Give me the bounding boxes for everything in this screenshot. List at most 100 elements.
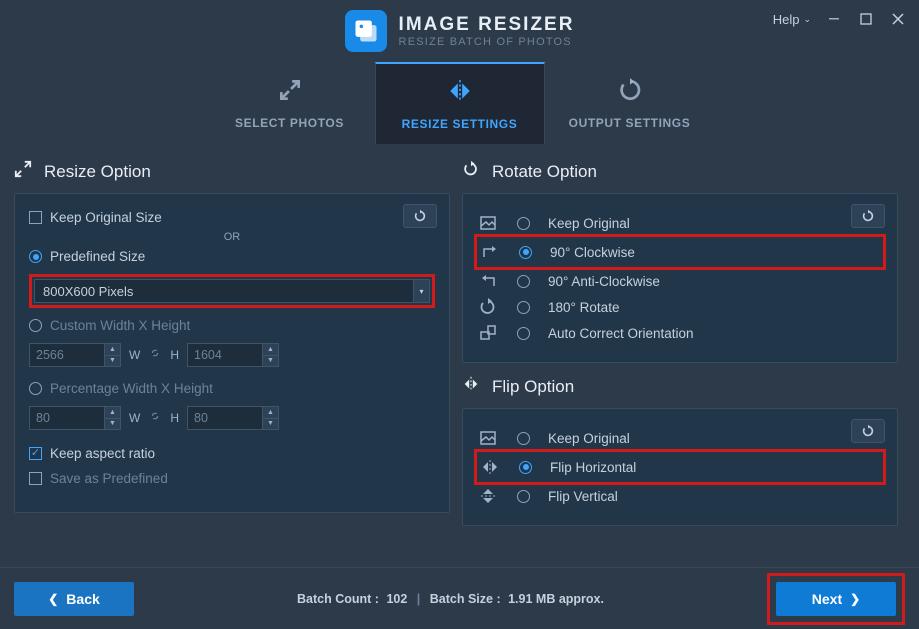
maximize-button[interactable] [857, 10, 875, 28]
label: Percentage Width X Height [50, 381, 213, 396]
panel-title: Flip Option [492, 377, 574, 397]
custom-size-radio[interactable]: Custom Width X Height [29, 318, 435, 333]
flip-icon [462, 375, 480, 398]
reset-rotate-button[interactable] [851, 204, 885, 228]
batch-size-label: Batch Size : [430, 592, 501, 606]
flip-panel: Keep Original Flip Horizontal Flip Verti… [462, 408, 898, 526]
batch-stats: Batch Count : 102 | Batch Size : 1.91 MB… [297, 592, 604, 606]
percent-height-input[interactable]: ▲▼ [187, 406, 279, 430]
label: Keep Original Size [50, 210, 162, 225]
keep-aspect-ratio-checkbox[interactable]: Keep aspect ratio [29, 446, 435, 461]
link-icon [148, 346, 162, 365]
batch-size-value: 1.91 MB approx. [508, 592, 604, 606]
w-label: W [129, 411, 140, 425]
expand-icon [277, 77, 303, 106]
flip-horizontal-radio[interactable]: Flip Horizontal [479, 454, 881, 480]
rotate-icon [462, 160, 480, 183]
next-button[interactable]: Next ❯ [776, 582, 896, 616]
help-label: Help [773, 12, 800, 27]
help-menu[interactable]: Help ⌄ [773, 12, 811, 27]
checkbox-icon [29, 472, 42, 485]
rotate-180-radio[interactable]: 180° Rotate [477, 294, 883, 320]
checkbox-icon [29, 211, 42, 224]
close-button[interactable] [889, 10, 907, 28]
highlight-flip-horizontal: Flip Horizontal [474, 449, 886, 485]
image-icon [477, 214, 499, 232]
spin-up[interactable]: ▲ [263, 344, 278, 356]
rotate-panel-header: Rotate Option [462, 160, 898, 183]
label: 180° Rotate [548, 300, 619, 315]
rotate-auto-radio[interactable]: Auto Correct Orientation [477, 320, 883, 346]
or-divider: OR [29, 231, 435, 243]
label: Auto Correct Orientation [548, 326, 694, 341]
spin-up[interactable]: ▲ [105, 344, 120, 356]
chevron-down-icon: ⌄ [803, 14, 811, 25]
flip-horizontal-icon [479, 458, 501, 476]
auto-orient-icon [477, 324, 499, 342]
spin-down[interactable]: ▼ [263, 356, 278, 367]
h-label: H [170, 348, 179, 362]
footer: ❮ Back Batch Count : 102 | Batch Size : … [0, 567, 919, 629]
radio-icon [519, 461, 532, 474]
reset-resize-button[interactable] [403, 204, 437, 228]
tab-resize-settings[interactable]: RESIZE SETTINGS [375, 62, 545, 144]
rotate-acw-radio[interactable]: 90° Anti-Clockwise [477, 268, 883, 294]
back-button[interactable]: ❮ Back [14, 582, 134, 616]
highlight-rotate-cw: 90° Clockwise [474, 234, 886, 270]
predefined-size-select[interactable]: 800X600 Pixels ▾ [34, 279, 430, 303]
w-label: W [129, 348, 140, 362]
minimize-button[interactable] [825, 10, 843, 28]
resize-panel-header: Resize Option [14, 160, 450, 183]
custom-height-input[interactable]: ▲▼ [187, 343, 279, 367]
app-title: IMAGE RESIZER [399, 14, 575, 36]
radio-icon [517, 217, 530, 230]
batch-count-value: 102 [386, 592, 407, 606]
radio-icon [517, 432, 530, 445]
label: Keep Original [548, 431, 630, 446]
custom-width-input[interactable]: ▲▼ [29, 343, 121, 367]
rotate-cw-radio[interactable]: 90° Clockwise [479, 239, 881, 265]
label: 90° Clockwise [550, 245, 635, 260]
keep-original-size-checkbox[interactable]: Keep Original Size [29, 210, 435, 225]
percent-width-input[interactable]: ▲▼ [29, 406, 121, 430]
image-icon [477, 429, 499, 447]
tab-label: SELECT PHOTOS [235, 116, 344, 130]
flip-vertical-radio[interactable]: Flip Vertical [477, 483, 883, 509]
select-value: 800X600 Pixels [43, 284, 133, 299]
flip-icon [447, 78, 473, 107]
flip-panel-header: Flip Option [462, 375, 898, 398]
flip-vertical-icon [477, 487, 499, 505]
tab-output-settings[interactable]: OUTPUT SETTINGS [545, 62, 715, 144]
spin-down[interactable]: ▼ [105, 356, 120, 367]
radio-icon [517, 490, 530, 503]
label: Keep aspect ratio [50, 446, 155, 461]
label: Next [812, 591, 842, 607]
save-as-predefined-checkbox[interactable]: Save as Predefined [29, 471, 435, 486]
label: Back [66, 591, 99, 607]
spin-up[interactable]: ▲ [105, 407, 120, 419]
panel-title: Rotate Option [492, 162, 597, 182]
rotate-panel: Keep Original 90° Clockwise 90° Anti-Clo… [462, 193, 898, 363]
chevron-right-icon: ❯ [850, 592, 860, 606]
tab-label: RESIZE SETTINGS [402, 117, 518, 131]
label: Flip Horizontal [550, 460, 636, 475]
percentage-size-radio[interactable]: Percentage Width X Height [29, 381, 435, 396]
spin-down[interactable]: ▼ [263, 419, 278, 430]
chevron-left-icon: ❮ [48, 592, 58, 606]
resize-icon [14, 160, 32, 183]
batch-count-label: Batch Count : [297, 592, 379, 606]
tab-label: OUTPUT SETTINGS [569, 116, 691, 130]
reset-flip-button[interactable] [851, 419, 885, 443]
spin-up[interactable]: ▲ [263, 407, 278, 419]
label: Custom Width X Height [50, 318, 190, 333]
spin-down[interactable]: ▼ [105, 419, 120, 430]
radio-icon [29, 250, 42, 263]
flip-keep-original-radio[interactable]: Keep Original [477, 425, 883, 451]
label: Keep Original [548, 216, 630, 231]
predefined-size-radio[interactable]: Predefined Size [29, 249, 435, 264]
app-subtitle: RESIZE BATCH OF PHOTOS [399, 36, 575, 48]
rotate-keep-original-radio[interactable]: Keep Original [477, 210, 883, 236]
tab-select-photos[interactable]: SELECT PHOTOS [205, 62, 375, 144]
app-logo [345, 10, 387, 52]
highlight-predefined: 800X600 Pixels ▾ [29, 274, 435, 308]
